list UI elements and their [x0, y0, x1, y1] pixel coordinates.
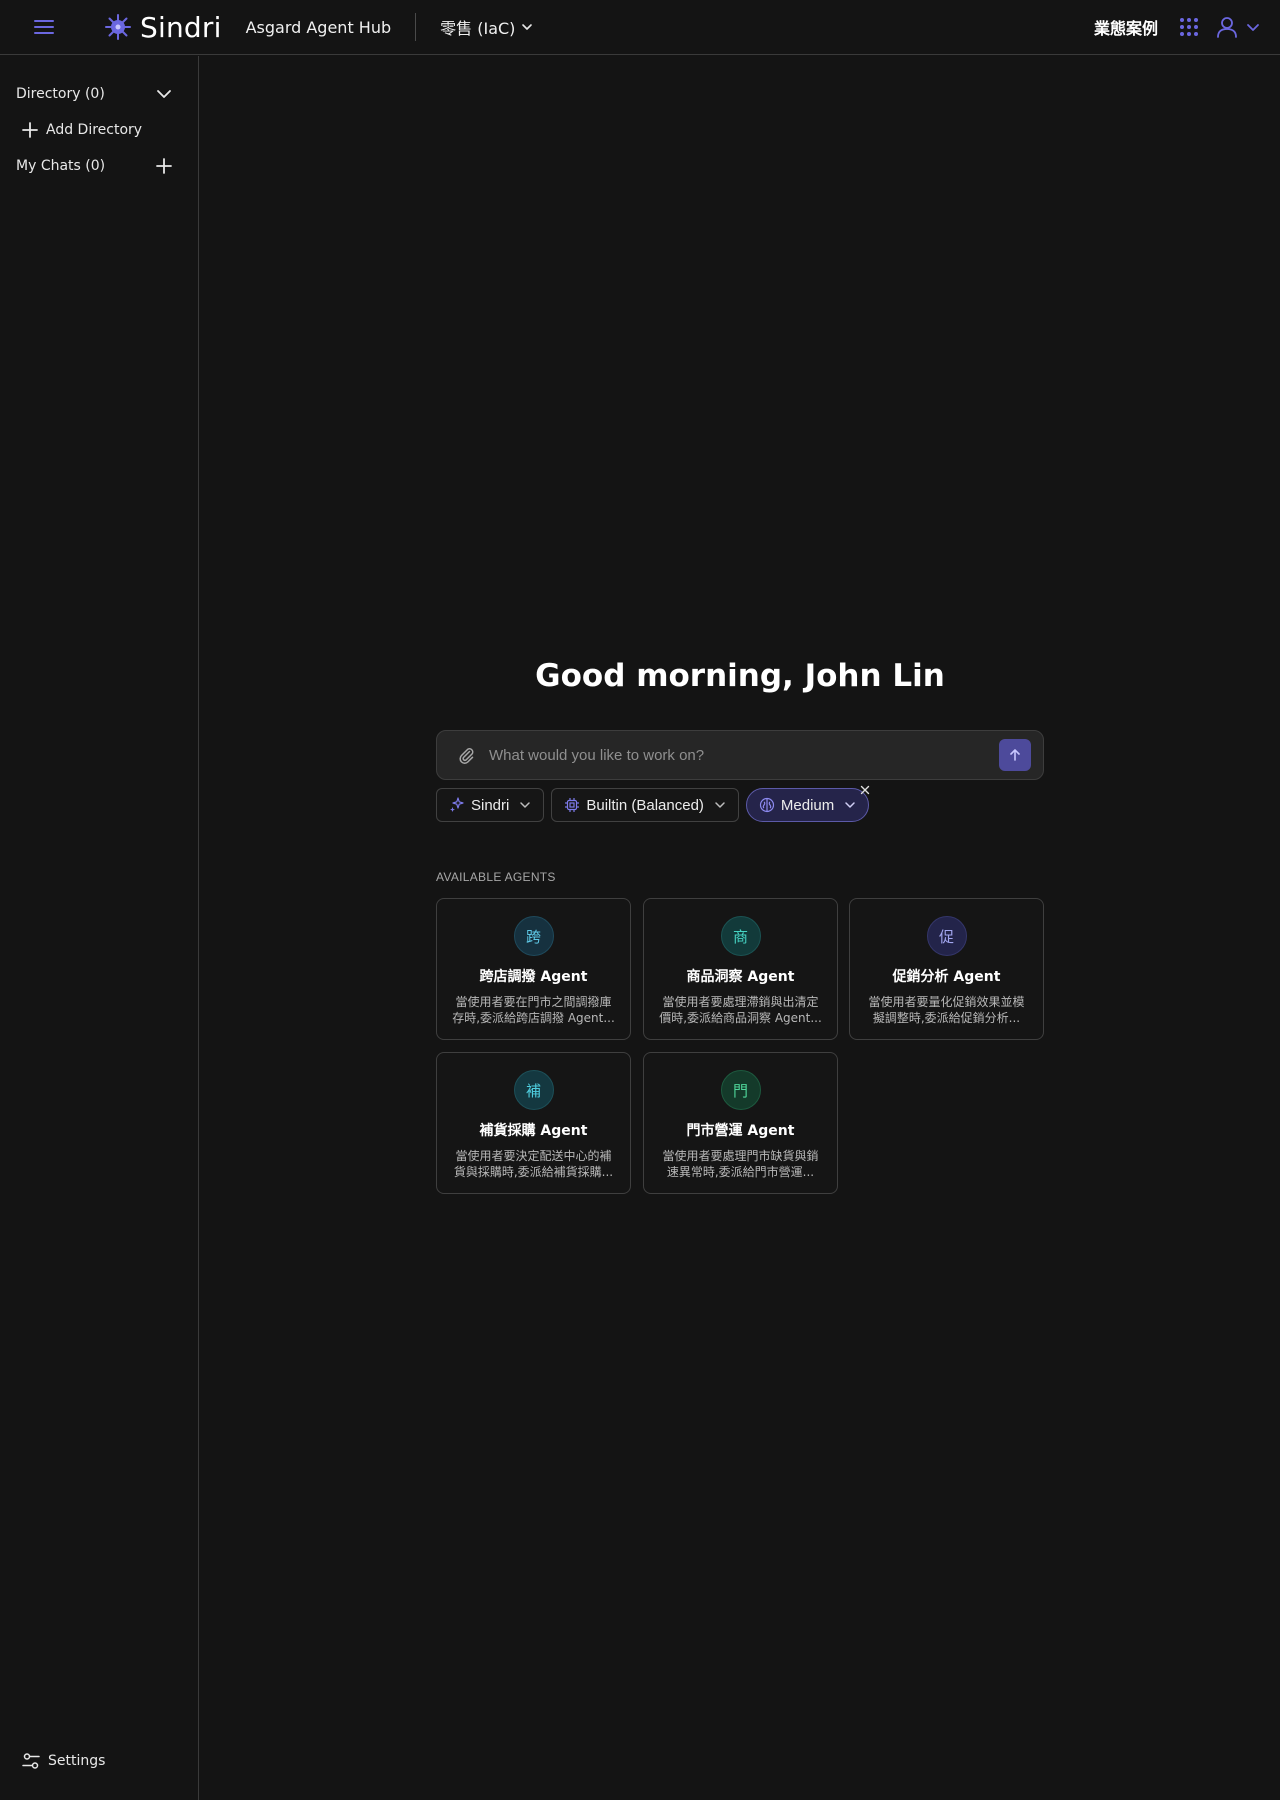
settings-sliders-icon	[22, 1753, 40, 1769]
plus-icon	[22, 122, 38, 138]
agent-name: 促銷分析 Agent	[892, 969, 1001, 985]
close-icon	[861, 785, 870, 795]
agent-card[interactable]: 補補貨採購 Agent 當使用者要決定配送中心的補貨與採購時,委派給補貨採購...	[436, 1052, 631, 1194]
my-chats-section-header: My Chats (0)	[16, 158, 172, 174]
chevron-down-icon	[715, 802, 725, 808]
clear-effort-button[interactable]	[858, 783, 872, 797]
plus-icon	[156, 158, 172, 174]
agent-name: 商品洞察 Agent	[686, 969, 795, 985]
agent-avatar: 跨	[513, 916, 554, 956]
app-name: Sindri	[140, 10, 222, 44]
effort-selector-chip[interactable]: Medium	[745, 785, 870, 822]
agent-description: 當使用者要量化促銷效果並模擬調整時,委派給促銷分析...	[868, 995, 1025, 1025]
agent-avatar: 門	[720, 1070, 761, 1110]
sidebar: Directory (0) Add Directory My Chats (0)	[0, 56, 199, 1800]
hub-title: Asgard Agent Hub	[245, 17, 392, 37]
directory-label: Directory (0)	[16, 86, 105, 102]
greeting-heading: Good morning, John Lin	[535, 658, 945, 694]
workspace-label: 零售 (IaC)	[440, 19, 516, 38]
chevron-down-icon	[1247, 24, 1259, 31]
app-logo[interactable]: Sindri	[104, 11, 222, 44]
add-directory-button[interactable]: Add Directory	[22, 122, 172, 138]
user-icon	[1217, 17, 1237, 38]
chevron-down-icon	[157, 90, 171, 98]
agent-description: 當使用者要在門市之間調撥庫存時,委派給跨店調撥 Agent...	[452, 995, 615, 1025]
arrow-up-icon	[1010, 749, 1020, 761]
cases-link[interactable]: 業態案例	[1094, 15, 1158, 39]
agent-card[interactable]: 門門市營運 Agent 當使用者要處理門市缺貨與銷速異常時,委派給門市營運...	[643, 1052, 838, 1194]
new-chat-button[interactable]	[156, 158, 172, 174]
grid-apps-icon	[1180, 18, 1198, 36]
agent-selector-chip[interactable]: Sindri	[436, 788, 545, 822]
paperclip-icon	[459, 748, 474, 764]
agent-card[interactable]: 促促銷分析 Agent 當使用者要量化促銷效果並模擬調整時,委派給促銷分析...	[849, 898, 1044, 1040]
agent-card[interactable]: 商商品洞察 Agent 當使用者要處理滯銷與出清定價時,委派給商品洞察 Agent…	[643, 898, 838, 1040]
hamburger-icon	[34, 20, 54, 34]
effort-selector-label: Medium	[780, 796, 835, 814]
agent-description: 當使用者要決定配送中心的補貨與採購時,委派給補貨採購...	[453, 1149, 614, 1179]
user-menu-button[interactable]	[1216, 16, 1260, 38]
agent-name: 門市營運 Agent	[686, 1123, 795, 1139]
top-bar: Sindri Asgard Agent Hub 零售 (IaC) 業態案例	[0, 0, 1280, 55]
brain-icon	[759, 797, 775, 813]
settings-button[interactable]: Settings	[22, 1752, 105, 1770]
sparkles-icon	[450, 797, 464, 812]
model-selector-chip[interactable]: Builtin (Balanced)	[551, 788, 739, 822]
agent-card[interactable]: 跨跨店調撥 Agent 當使用者要在門市之間調撥庫存時,委派給跨店調撥 Agent…	[436, 898, 631, 1040]
chat-composer	[436, 730, 1044, 780]
apps-launcher-button[interactable]	[1176, 14, 1202, 40]
send-button[interactable]	[999, 739, 1031, 771]
chevron-down-icon	[522, 24, 533, 30]
agent-description: 當使用者要處理門市缺貨與銷速異常時,委派給門市營運...	[662, 1149, 819, 1179]
chevron-down-icon	[845, 802, 856, 808]
agent-avatar: 補	[513, 1070, 554, 1110]
sindri-logo-icon	[105, 14, 131, 40]
workspace-selector[interactable]: 零售 (IaC)	[440, 15, 533, 39]
directory-section-header[interactable]: Directory (0)	[16, 86, 172, 102]
available-agents-heading: AVAILABLE AGENTS	[436, 870, 556, 884]
settings-label: Settings	[48, 1753, 106, 1769]
chevron-down-icon	[520, 802, 531, 808]
directory-collapse-toggle[interactable]	[156, 86, 172, 102]
my-chats-label: My Chats (0)	[16, 158, 106, 174]
agent-avatar: 促	[926, 916, 967, 956]
header-divider	[415, 13, 417, 41]
agent-name: 補貨採購 Agent	[479, 1123, 588, 1139]
attach-file-button[interactable]	[453, 742, 479, 768]
cpu-chip-icon	[565, 798, 580, 812]
agent-name: 跨店調撥 Agent	[479, 969, 588, 985]
composer-options: Sindri Builtin (Balanced) Medium	[436, 785, 870, 822]
agent-avatar: 商	[720, 916, 761, 956]
add-directory-label: Add Directory	[46, 122, 143, 138]
chat-input[interactable]	[489, 746, 999, 764]
model-selector-label: Builtin (Balanced)	[586, 796, 704, 814]
hamburger-menu-button[interactable]	[22, 5, 66, 49]
agent-selector-label: Sindri	[471, 796, 510, 814]
agent-description: 當使用者要處理滯銷與出清定價時,委派給商品洞察 Agent...	[659, 995, 822, 1025]
